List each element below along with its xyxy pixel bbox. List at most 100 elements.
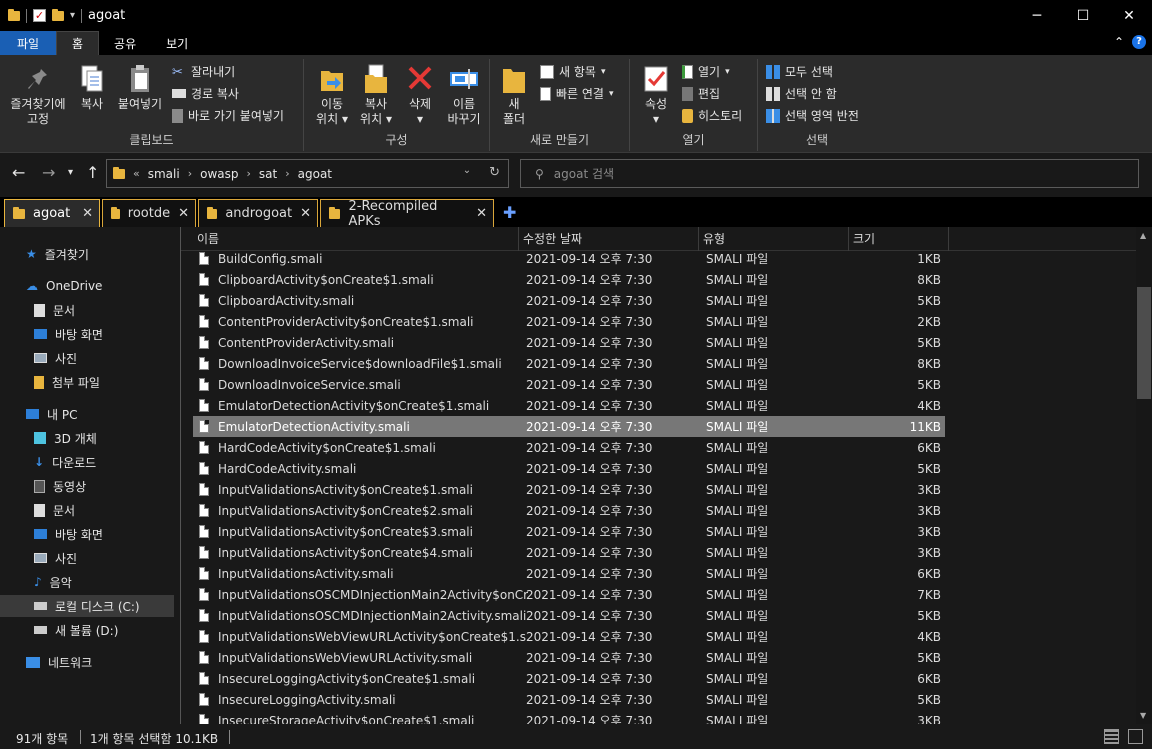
recent-locations-icon[interactable]: ▾ bbox=[68, 167, 73, 178]
tab-androgoat[interactable]: androgoat ✕ bbox=[198, 199, 318, 227]
nav-item[interactable]: 3D 개체 bbox=[0, 427, 174, 449]
add-tab-icon[interactable]: ✚ bbox=[503, 203, 516, 222]
scrollbar-thumb[interactable] bbox=[1137, 287, 1151, 399]
nav-item[interactable]: 첨부 파일 bbox=[0, 371, 174, 393]
file-row[interactable]: InsecureLoggingActivity$onCreate$1.smali… bbox=[193, 668, 945, 689]
nav-item[interactable]: 사진 bbox=[0, 347, 174, 369]
move-to-button[interactable]: 이동 위치 ▾ bbox=[310, 63, 354, 127]
refresh-icon[interactable]: ↻ bbox=[489, 165, 500, 180]
forward-arrow-icon[interactable]: → bbox=[42, 163, 55, 182]
vertical-scrollbar[interactable]: ▲ ▼ bbox=[1136, 227, 1152, 724]
tab-agoat[interactable]: agoat ✕ bbox=[4, 199, 100, 227]
delete-button[interactable]: 삭제 ▾ bbox=[402, 63, 438, 127]
back-arrow-icon[interactable]: ← bbox=[12, 163, 25, 182]
copy-to-button[interactable]: 복사 위치 ▾ bbox=[354, 63, 398, 127]
nav-item[interactable]: 동영상 bbox=[0, 475, 174, 497]
nav-item[interactable]: 문서 bbox=[0, 299, 174, 321]
breadcrumb-sat[interactable]: sat bbox=[259, 167, 277, 181]
address-dropdown-icon[interactable]: ⌄ bbox=[463, 165, 471, 180]
file-row[interactable]: EmulatorDetectionActivity.smali 2021-09-1… bbox=[193, 416, 945, 437]
nav-item[interactable]: 문서 bbox=[0, 499, 174, 521]
nav-item[interactable]: 사진 bbox=[0, 547, 174, 569]
breadcrumb-owasp[interactable]: owasp bbox=[200, 167, 238, 181]
history-button[interactable]: 히스토리 bbox=[682, 107, 742, 124]
file-row[interactable]: ContentProviderActivity$onCreate$1.smali… bbox=[193, 311, 945, 332]
new-folder-button[interactable]: 새 폴더 bbox=[498, 63, 530, 127]
file-row[interactable]: InputValidationsActivity$onCreate$3.smal… bbox=[193, 521, 945, 542]
select-all-button[interactable]: 모두 선택 bbox=[766, 63, 833, 80]
properties-icon[interactable]: ✓ bbox=[33, 9, 46, 22]
invert-selection-button[interactable]: 선택 영역 반전 bbox=[766, 107, 859, 124]
nav-item[interactable]: ↓ 다운로드 bbox=[0, 451, 174, 473]
properties-button[interactable]: 속성 ▾ bbox=[638, 63, 674, 127]
edit-button[interactable]: 편집 bbox=[682, 85, 720, 102]
nav-item[interactable]: 바탕 화면 bbox=[0, 523, 174, 545]
file-row[interactable]: InputValidationsOSCMDInjectionMain2Activ… bbox=[193, 605, 945, 626]
maximize-button[interactable]: ☐ bbox=[1060, 0, 1106, 31]
up-arrow-icon[interactable]: ↑ bbox=[86, 163, 99, 182]
file-row[interactable]: InsecureStorageActivity$onCreate$1.smali… bbox=[193, 710, 945, 724]
chevron-right-icon[interactable]: › bbox=[247, 167, 251, 180]
nav-item[interactable]: 내 PC bbox=[0, 403, 174, 425]
close-tab-icon[interactable]: ✕ bbox=[82, 206, 93, 221]
file-row[interactable]: InputValidationsOSCMDInjectionMain2Activ… bbox=[193, 584, 945, 605]
rename-button[interactable]: 이름 바꾸기 bbox=[442, 63, 486, 127]
pin-quick-access-button[interactable]: 즐겨찾기에 고정 bbox=[6, 63, 70, 127]
file-row[interactable]: InputValidationsActivity.smali 2021-09-14… bbox=[193, 563, 945, 584]
paste-button[interactable]: 붙여넣기 bbox=[114, 63, 166, 112]
close-tab-icon[interactable]: ✕ bbox=[300, 206, 311, 221]
file-row[interactable]: InputValidationsActivity$onCreate$4.smal… bbox=[193, 542, 945, 563]
nav-item[interactable]: ♪ 음악 bbox=[0, 571, 174, 593]
select-none-button[interactable]: 선택 안 함 bbox=[766, 85, 837, 102]
file-row[interactable]: DownloadInvoiceService$downloadFile$1.sm… bbox=[193, 353, 945, 374]
scroll-down-icon[interactable]: ▼ bbox=[1140, 711, 1146, 720]
copy-button[interactable]: 복사 bbox=[74, 63, 110, 112]
minimize-button[interactable]: ─ bbox=[1014, 0, 1060, 31]
copy-path-button[interactable]: 경로 복사 bbox=[172, 85, 239, 102]
file-row[interactable]: HardCodeActivity.smali 2021-09-14 오후 7:30… bbox=[193, 458, 945, 479]
file-row[interactable]: BuildConfig.smali 2021-09-14 오후 7:30 SMALI… bbox=[193, 248, 945, 269]
customize-qat-icon[interactable]: ▾ bbox=[70, 10, 75, 21]
new-folder-icon[interactable] bbox=[52, 8, 64, 21]
nav-item[interactable]: 새 볼륨 (D:) bbox=[0, 619, 174, 641]
easy-access-button[interactable]: 빠른 연결 ▾ bbox=[540, 85, 614, 102]
file-row[interactable]: InputValidationsActivity$onCreate$1.smal… bbox=[193, 479, 945, 500]
chevron-right-icon[interactable]: › bbox=[285, 167, 289, 180]
collapse-ribbon-icon[interactable]: ⌃ bbox=[1114, 35, 1124, 49]
nav-item[interactable]: ☁ OneDrive bbox=[0, 275, 174, 297]
cut-button[interactable]: ✂ 잘라내기 bbox=[172, 63, 235, 80]
file-row[interactable]: InsecureLoggingActivity.smali 2021-09-14 … bbox=[193, 689, 945, 710]
open-button[interactable]: 열기 ▾ bbox=[682, 63, 730, 80]
nav-item[interactable]: 네트워크 bbox=[0, 651, 174, 673]
search-input[interactable]: ⚲ agoat 검색 bbox=[520, 159, 1139, 188]
file-row[interactable]: HardCodeActivity$onCreate$1.smali 2021-09… bbox=[193, 437, 945, 458]
nav-item[interactable]: ★ 즐겨찾기 bbox=[0, 243, 174, 265]
tab-file[interactable]: 파일 bbox=[0, 31, 56, 55]
breadcrumb-agoat[interactable]: agoat bbox=[298, 167, 332, 181]
details-view-icon[interactable] bbox=[1104, 729, 1119, 744]
file-row[interactable]: ClipboardActivity.smali 2021-09-14 오후 7:3… bbox=[193, 290, 945, 311]
file-row[interactable]: DownloadInvoiceService.smali 2021-09-14 오… bbox=[193, 374, 945, 395]
file-row[interactable]: InputValidationsActivity$onCreate$2.smal… bbox=[193, 500, 945, 521]
paste-shortcut-button[interactable]: 바로 가기 붙여넣기 bbox=[172, 107, 284, 124]
close-tab-icon[interactable]: ✕ bbox=[178, 206, 189, 221]
file-row[interactable]: ClipboardActivity$onCreate$1.smali 2021-0… bbox=[193, 269, 945, 290]
breadcrumb-smali[interactable]: smali bbox=[148, 167, 180, 181]
file-row[interactable]: InputValidationsWebViewURLActivity$onCre… bbox=[193, 626, 945, 647]
file-row[interactable]: InputValidationsWebViewURLActivity.smali… bbox=[193, 647, 945, 668]
tab-rootde[interactable]: rootde ✕ bbox=[102, 199, 196, 227]
new-item-button[interactable]: 새 항목 ▾ bbox=[540, 63, 605, 80]
nav-item[interactable]: 바탕 화면 bbox=[0, 323, 174, 345]
scroll-up-icon[interactable]: ▲ bbox=[1140, 231, 1146, 240]
file-row[interactable]: ContentProviderActivity.smali 2021-09-14 … bbox=[193, 332, 945, 353]
large-icons-view-icon[interactable] bbox=[1128, 729, 1143, 744]
nav-item-selected[interactable]: 로컬 디스크 (C:) bbox=[0, 595, 174, 617]
close-tab-icon[interactable]: ✕ bbox=[476, 206, 487, 221]
tab-recompiled-apks[interactable]: 2-Recompiled APKs ✕ bbox=[320, 199, 494, 229]
chevron-right-icon[interactable]: › bbox=[188, 167, 192, 180]
tab-home[interactable]: 홈 bbox=[56, 31, 100, 55]
overflow-chevron[interactable]: « bbox=[133, 167, 140, 180]
close-button[interactable]: ✕ bbox=[1106, 0, 1152, 31]
tab-share[interactable]: 공유 bbox=[99, 31, 151, 55]
help-icon[interactable]: ? bbox=[1132, 35, 1146, 49]
